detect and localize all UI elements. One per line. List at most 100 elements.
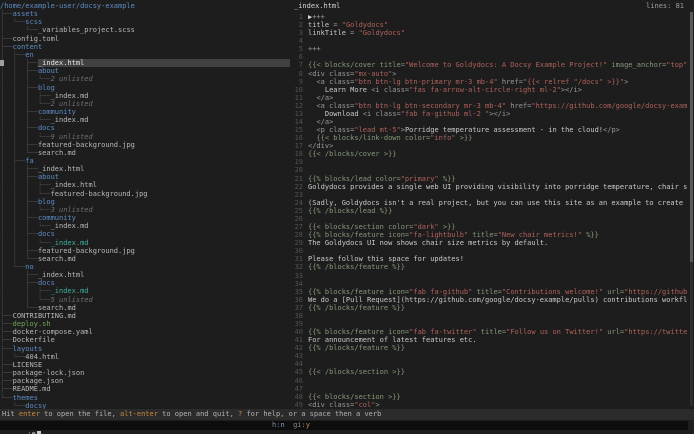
tree-row[interactable]: │ │ ├──community [0, 214, 290, 222]
code-line-text: {{% blocks/feature icon="fa-lightbulb" t… [308, 231, 687, 239]
row-fill [34, 157, 290, 165]
tree-row[interactable]: │ └──404.html [0, 353, 290, 361]
text-segment: {{% blocks/feature icon= [308, 231, 409, 239]
text-segment: "https://github.com/google/docsy-example… [531, 102, 687, 110]
tree-row[interactable]: │ │ │ └──2 unlisted [0, 100, 290, 108]
tree-row[interactable]: └──themes [0, 394, 290, 402]
row-fill [93, 206, 290, 214]
tree-row[interactable]: │ └──scss [0, 18, 290, 26]
tree-row[interactable]: │ │ │ └──9 unlisted [0, 133, 290, 141]
tree-row[interactable]: ├──docker-compose.yaml [0, 328, 290, 336]
tree-file-name: docker-compose.yaml [13, 328, 93, 336]
text-segment: <div class= [308, 401, 354, 409]
tree-row[interactable]: ├──assets [0, 10, 290, 18]
tree-row[interactable]: │ │ ├──docs [0, 124, 290, 132]
code-line-text: For announcement of latest features etc. [308, 336, 687, 344]
tree-row[interactable]: │ └──search.md [0, 304, 290, 312]
tree-row[interactable]: │ │ ├──featured-background.jpg [0, 141, 290, 149]
text-segment: {{< blocks/section color= [308, 223, 413, 231]
line-number: 10 [292, 86, 303, 94]
tree-row[interactable]: │ │ ├──_index.md [0, 287, 290, 295]
tree-guide: │ │ │ └── [0, 190, 51, 198]
text-cursor [37, 431, 41, 434]
code-line-text: +++ [308, 45, 687, 53]
text-segment: "col" [354, 401, 375, 409]
tree-row[interactable]: ├──config.toml [0, 35, 290, 43]
row-fill [63, 377, 290, 385]
line-number: 13 [292, 110, 303, 118]
tree-row[interactable]: │ │ └──search.md [0, 255, 290, 263]
tree-row[interactable]: │ │ ├──blog [0, 198, 290, 206]
tree-row[interactable]: ├──LICENSE [0, 361, 290, 369]
tree-row[interactable]: ├──layouts [0, 345, 290, 353]
line-number: 40 [292, 328, 303, 336]
preview-scrollbar[interactable] [690, 12, 693, 406]
tree-row[interactable]: ├──package-lock.json [0, 369, 290, 377]
tree-row[interactable]: │ │ │ ├──_index.html [0, 181, 290, 189]
tree-row[interactable]: │ │ └──search.md [0, 149, 290, 157]
tree-row[interactable]: │ │ ├──featured-background.jpg [0, 247, 290, 255]
code-line-text [308, 191, 687, 199]
tree-row[interactable]: │ └──_variables_project.scss [0, 26, 290, 34]
tree-file-name: Dockerfile [13, 336, 55, 344]
text-segment: url= [603, 328, 624, 336]
tree-row[interactable]: ├──package.json [0, 377, 290, 385]
tree-row[interactable]: │ └──no [0, 263, 290, 271]
tree-row[interactable]: ├──Dockerfile [0, 336, 290, 344]
line-number: 42 [292, 344, 303, 352]
tree-row[interactable]: │ │ │ ├──_index.md [0, 92, 290, 100]
text-segment: </a> [308, 118, 333, 126]
tree-file-name: package-lock.json [13, 369, 85, 377]
code-line: 45{{< /blocks/section >}} [292, 368, 687, 376]
text-segment: to open the file, [40, 410, 120, 418]
tree-guide: │ │ │ └── [0, 133, 51, 141]
tree-row[interactable]: ├──README.md [0, 385, 290, 393]
text-segment: +++ [312, 13, 325, 21]
line-number: 11 [292, 94, 303, 102]
line-number: 46 [292, 377, 303, 385]
line-number: 37 [292, 304, 303, 312]
row-fill [135, 141, 290, 149]
tree-row[interactable]: │ ├──_index.html [0, 271, 290, 279]
command-input[interactable]: :e h:n gi:y [0, 421, 688, 430]
tree-row[interactable]: /home/example-user/docsy-example [0, 2, 290, 10]
tree-row[interactable]: │ ├──fa [0, 157, 290, 165]
tree-row[interactable]: │ │ └──5 unlisted [0, 296, 290, 304]
text-segment: "https://github.com/g [624, 288, 687, 296]
text-segment: "fa-lightbulb" [409, 231, 468, 239]
tree-row[interactable]: ├──CONTRIBUTING.md [0, 312, 290, 320]
tree-row[interactable]: │ │ ├──docs [0, 230, 290, 238]
tree-row[interactable]: │ │ │ └──2 unlisted [0, 75, 290, 83]
row-fill [135, 247, 290, 255]
tree-row[interactable]: ├──content [0, 43, 290, 51]
text-segment: {{% /blocks/feature %}} [308, 344, 405, 352]
tree-guide: │ │ │ └── [0, 206, 51, 214]
code-line: 32{{% /blocks/feature %}} [292, 263, 687, 271]
code-line: 22Goldydocs provides a single web UI pro… [292, 183, 687, 191]
tree-row[interactable]: │ │ ├──community [0, 108, 290, 116]
tree-row[interactable]: │ │ │ └──3 unlisted [0, 206, 290, 214]
tree-row[interactable]: │ │ │ └──_index.md [0, 239, 290, 247]
code-line: 42 {{% /blocks/feature %}} [292, 344, 687, 352]
tree-row[interactable]: ├──deploy.sh [0, 320, 290, 328]
text-segment: Hit [2, 410, 19, 418]
tree-row[interactable]: │ │ ├──_index.html [0, 165, 290, 173]
code-line-text [308, 247, 687, 255]
code-line-text: {{< blocks/link-down color="info" >}} [308, 134, 687, 142]
tree-row[interactable]: │ ├──en [0, 51, 290, 59]
tree-file-name: CONTRIBUTING.md [13, 312, 76, 320]
line-number: 8 [292, 70, 303, 78]
row-fill [89, 222, 290, 230]
tree-row[interactable]: │ │ │ └──_index.md [0, 116, 290, 124]
code-line-text: {{% blocks/lead color="primary" %}} [308, 175, 687, 183]
tree-row[interactable]: │ │ │ └──_index.md [0, 222, 290, 230]
tree-dir-name: fa [25, 157, 33, 165]
row-fill [135, 2, 290, 10]
tree-row[interactable]: │ │ ├──blog [0, 84, 290, 92]
text-segment: {{% /blocks/lead %}} [308, 207, 392, 215]
tree-dir-name: blog [38, 198, 55, 206]
tree-row-selected[interactable]: │ │ ├──_index.html [0, 59, 290, 67]
preview-scrollbar-thumb[interactable] [690, 12, 693, 262]
row-fill [42, 361, 290, 369]
tree-row[interactable]: │ │ │ └──featured-background.jpg [0, 190, 290, 198]
